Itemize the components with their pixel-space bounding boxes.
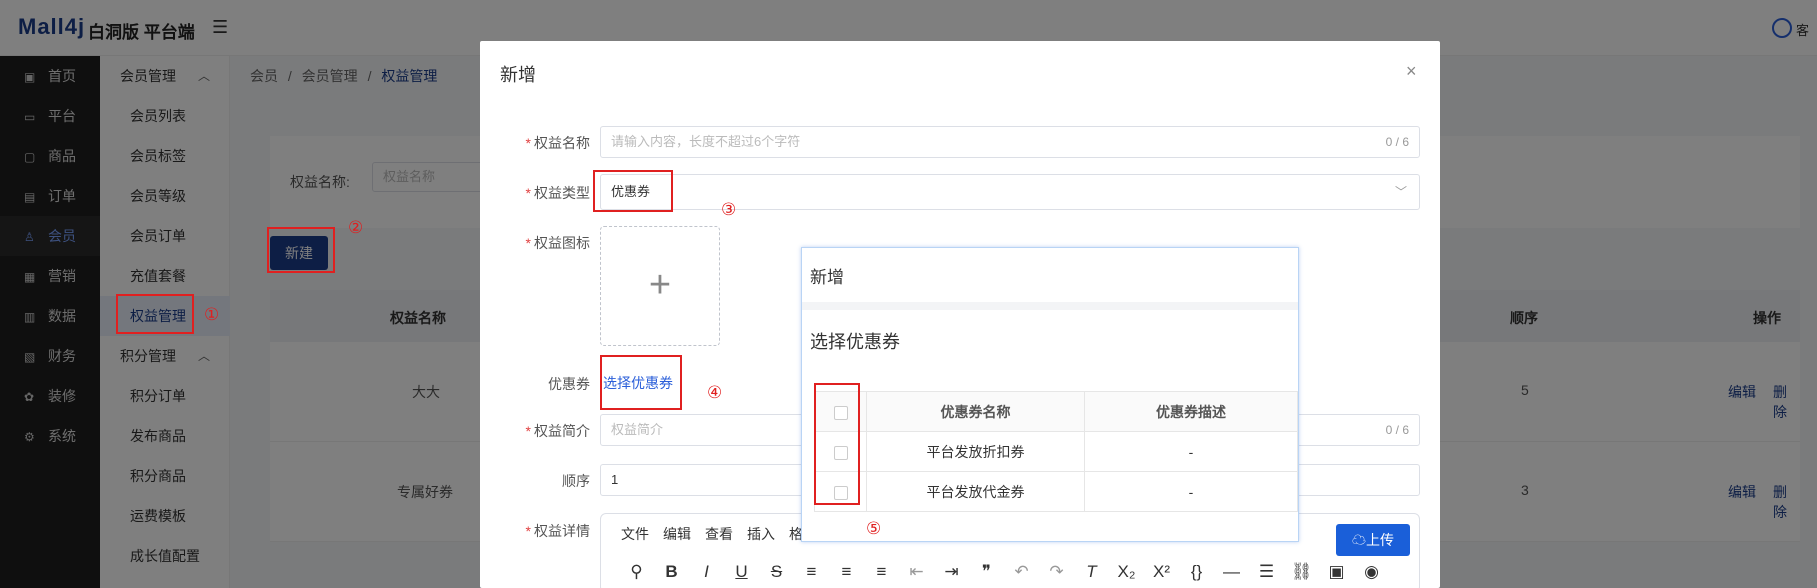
field-label-detail: * 权益详情: [525, 523, 590, 539]
clear-format-icon[interactable]: T: [1074, 562, 1109, 582]
inner-dialog-subtitle: 选择优惠券: [810, 332, 900, 352]
editor-menu-edit[interactable]: 编辑: [663, 526, 691, 542]
field-label-coupon: 优惠券: [548, 376, 590, 392]
superscript-icon[interactable]: X²: [1144, 562, 1179, 582]
editor-menu-file[interactable]: 文件: [621, 526, 649, 542]
annotation-number-5: ⑤: [866, 519, 882, 538]
indent-icon[interactable]: ⇥: [934, 562, 969, 582]
annotation-number-3: ③: [721, 200, 737, 219]
table-row[interactable]: 平台发放代金券 -: [814, 471, 1298, 512]
select-coupon-dialog: 新增 选择优惠券 优惠券名称 优惠券描述 平台发放折扣券 - 平台发放代金券 -: [801, 247, 1299, 542]
table-row[interactable]: 平台发放折扣券 -: [814, 431, 1298, 472]
input-placeholder: 权益简介: [611, 422, 664, 437]
outdent-icon[interactable]: ⇤: [899, 562, 934, 582]
chevron-down-icon: ﹀: [1394, 185, 1407, 199]
annotation-number-1: ①: [204, 305, 220, 324]
divider: [802, 302, 1298, 310]
annotation-box-select-coupon: [600, 355, 682, 410]
input-placeholder: 请输入内容，长度不超过6个字符: [611, 134, 801, 149]
editor-toolbar: ⚲ B I U S ≡ ≡ ≡ ⇤ ⇥ ❞ ↶ ↷ T X₂ X²{} — ☰ ⛓ ▣ ◉: [619, 562, 1389, 582]
search-icon[interactable]: ⚲: [619, 562, 654, 582]
cloud-upload-icon: ☁: [1352, 532, 1366, 548]
coupon-table: 优惠券名称 优惠券描述 平台发放折扣券 - 平台发放代金券 -: [814, 391, 1298, 512]
align-center-icon[interactable]: ≡: [829, 562, 864, 582]
annotation-box-checkboxes: [814, 383, 860, 505]
strikethrough-icon[interactable]: S: [759, 562, 794, 582]
preview-icon[interactable]: ◉: [1354, 562, 1389, 582]
blockquote-icon[interactable]: ❞: [969, 562, 1004, 582]
field-label-icon: * 权益图标: [525, 235, 590, 251]
close-icon[interactable]: ×: [1406, 61, 1417, 82]
cell-coupon-name: 平台发放折扣券: [866, 431, 1085, 472]
annotation-number-2: ②: [348, 218, 364, 237]
numbered-list-icon[interactable]: ☰: [1249, 562, 1284, 582]
subscript-icon[interactable]: X₂: [1109, 562, 1144, 582]
plus-icon: +: [648, 264, 672, 306]
editor-menu-insert[interactable]: 插入: [747, 526, 775, 542]
icon-upload-area[interactable]: +: [600, 226, 720, 346]
inner-dialog-title: 新增: [810, 268, 844, 287]
image-icon[interactable]: ▣: [1319, 562, 1354, 582]
field-label-brief: * 权益简介: [525, 423, 590, 439]
column-header-coupon-name: 优惠券名称: [866, 391, 1085, 432]
bold-icon[interactable]: B: [654, 562, 689, 582]
italic-icon[interactable]: I: [689, 562, 724, 582]
underline-icon[interactable]: U: [724, 562, 759, 582]
cell-coupon-desc: -: [1084, 471, 1298, 512]
cell-coupon-name: 平台发放代金券: [866, 471, 1085, 512]
annotation-box-new-button: [267, 227, 335, 273]
code-icon[interactable]: {}: [1179, 562, 1214, 582]
link-icon[interactable]: ⛓: [1284, 562, 1319, 582]
field-label-order: 顺序: [562, 473, 590, 489]
undo-icon[interactable]: ↶: [1004, 562, 1039, 582]
annotation-number-4: ④: [707, 383, 723, 402]
editor-menu-view[interactable]: 查看: [705, 526, 733, 542]
upload-button[interactable]: ☁上传: [1336, 524, 1410, 556]
benefit-name-input[interactable]: 请输入内容，长度不超过6个字符 0 / 6: [600, 126, 1420, 158]
char-counter: 0 / 6: [1385, 135, 1409, 149]
upload-button-label: 上传: [1366, 532, 1394, 548]
field-label-name: * 权益名称: [525, 135, 590, 151]
field-label-type: * 权益类型: [525, 185, 590, 201]
coupon-table-header: 优惠券名称 优惠券描述: [814, 391, 1298, 432]
redo-icon[interactable]: ↷: [1039, 562, 1074, 582]
char-counter: 0 / 6: [1385, 423, 1409, 437]
column-header-coupon-desc: 优惠券描述: [1084, 391, 1298, 432]
align-right-icon[interactable]: ≡: [864, 562, 899, 582]
dialog-title: 新增: [500, 65, 536, 85]
cell-coupon-desc: -: [1084, 431, 1298, 472]
horizontal-rule-icon[interactable]: —: [1214, 562, 1249, 582]
annotation-box-benefits-menu: [116, 294, 194, 334]
annotation-box-benefit-type: [593, 170, 673, 212]
align-left-icon[interactable]: ≡: [794, 562, 829, 582]
